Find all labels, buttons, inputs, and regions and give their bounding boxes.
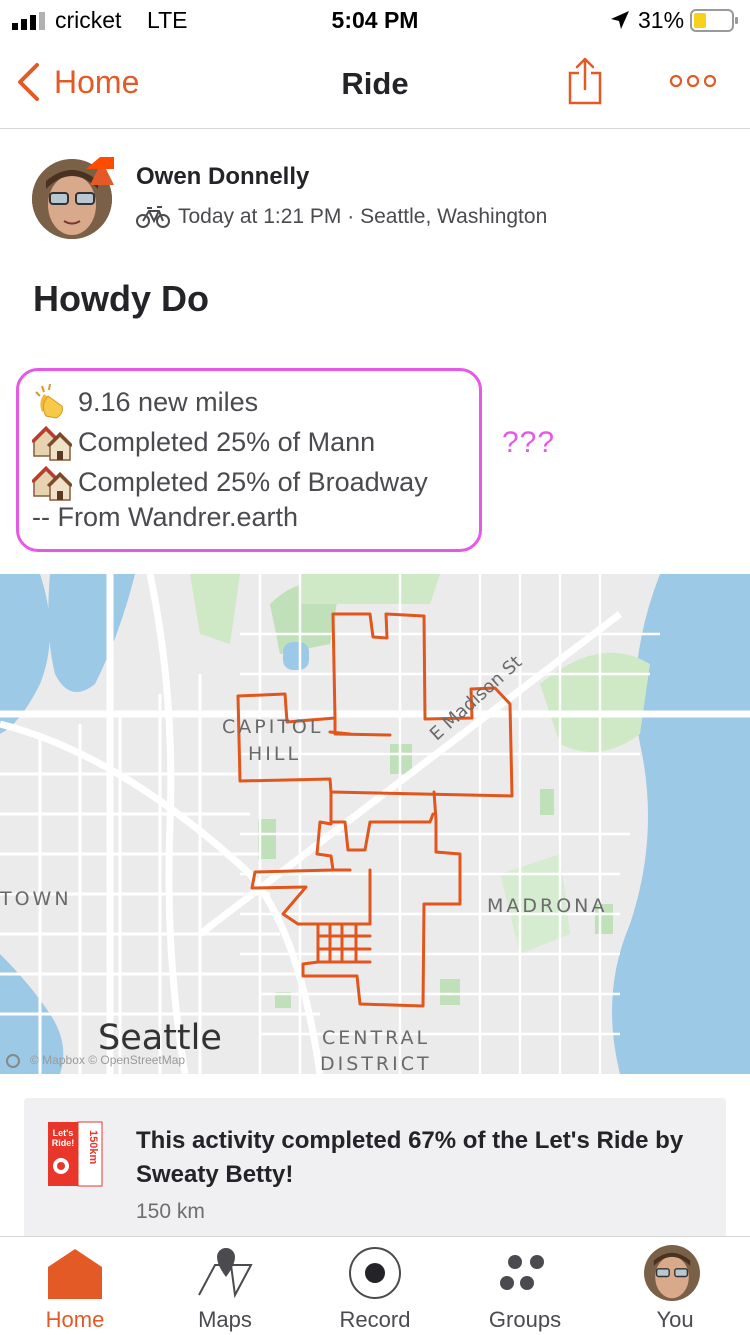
subscriber-badge-icon <box>86 157 114 185</box>
description-line: 9.16 new miles <box>32 382 258 422</box>
location-arrow-icon <box>611 11 629 29</box>
map-label-town: TOWN <box>0 888 72 910</box>
page-title: Ride <box>341 66 409 101</box>
tab-label: Record <box>339 1307 411 1332</box>
tab-label: Groups <box>488 1307 562 1332</box>
mapbox-logo-icon[interactable] <box>6 1054 20 1068</box>
svg-text:Let's: Let's <box>53 1128 74 1138</box>
description-text: Completed 25% of Broadway <box>78 466 428 497</box>
map-canvas <box>0 574 750 1074</box>
map-label-capitol: CAPITOL <box>222 716 324 738</box>
map-label-city: Seattle <box>98 1018 222 1058</box>
description-text: Completed 25% of Mann <box>78 426 376 457</box>
route-map[interactable]: CAPITOL HILL E Madison St TOWN MADRONA S… <box>0 574 750 1074</box>
tab-label: You <box>656 1307 694 1332</box>
tab-you[interactable]: You <box>600 1237 750 1335</box>
description-line: -- From Wandrer.earth <box>32 502 298 533</box>
svg-text:150km: 150km <box>87 1130 99 1164</box>
houses-icon <box>32 425 72 461</box>
tab-home[interactable]: Home <box>0 1237 150 1335</box>
profile-avatar <box>644 1245 700 1301</box>
annotation-text: ??? <box>502 426 556 459</box>
map-icon <box>198 1248 253 1299</box>
houses-icon <box>32 465 72 501</box>
record-icon <box>349 1247 401 1299</box>
challenge-card[interactable]: Let's Ride! 150km This activity complete… <box>24 1098 726 1248</box>
bike-icon <box>136 206 170 228</box>
status-bar: cricket LTE 5:04 PM 31% <box>0 0 750 40</box>
tab-label: Home <box>45 1307 105 1332</box>
description-line: Completed 25% of Broadway <box>32 462 428 502</box>
tab-bar: Home Maps Record Groups You <box>0 1236 750 1335</box>
tab-record[interactable]: Record <box>300 1237 450 1335</box>
more-options-icon[interactable] <box>669 74 717 88</box>
description-text: -- From Wandrer.earth <box>32 502 299 532</box>
activity-title: Howdy Do <box>33 278 209 319</box>
map-label-madrona: MADRONA <box>487 895 608 917</box>
groups-icon <box>500 1255 544 1290</box>
avatar-photo <box>644 1245 700 1301</box>
description-text: 9.16 new miles <box>78 386 259 417</box>
nav-bar: Home Ride <box>0 42 750 129</box>
tab-maps[interactable]: Maps <box>150 1237 300 1335</box>
share-icon[interactable] <box>566 56 604 106</box>
tab-groups[interactable]: Groups <box>450 1237 600 1335</box>
map-label-hill: HILL <box>248 743 302 765</box>
battery-icon <box>690 9 738 32</box>
activity-meta: Today at 1:21 PM · Seattle, Washington <box>136 204 547 230</box>
svg-text:Ride!: Ride! <box>52 1138 75 1148</box>
challenge-distance: 150 km <box>136 1200 205 1223</box>
map-label-district: DISTRICT <box>320 1053 432 1074</box>
map-label-central: CENTRAL <box>322 1027 431 1049</box>
description-line: Completed 25% of Mann <box>32 422 375 462</box>
home-icon <box>48 1249 102 1299</box>
activity-meta-text: Today at 1:21 PM · Seattle, Washington <box>178 205 548 228</box>
athlete-name[interactable]: Owen Donnelly <box>136 163 309 191</box>
challenge-badge-icon: Let's Ride! 150km <box>48 1121 103 1187</box>
battery-percent: 31% <box>638 7 685 33</box>
map-attribution[interactable]: © Mapbox © OpenStreetMap <box>30 1053 185 1067</box>
tab-label: Maps <box>198 1307 252 1332</box>
clapping-hands-icon <box>35 383 63 419</box>
challenge-title: This activity completed 67% of the Let's… <box>136 1127 684 1188</box>
